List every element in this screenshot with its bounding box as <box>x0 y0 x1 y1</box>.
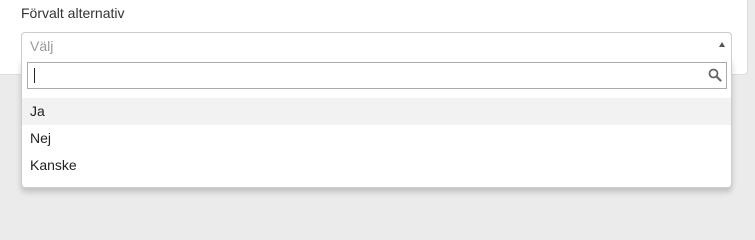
option-kanske[interactable]: Kanske <box>22 152 731 179</box>
search-icon <box>708 68 722 82</box>
select-dropdown: Ja Nej Kanske <box>21 59 732 188</box>
default-option-select[interactable]: Välj <box>21 32 732 60</box>
option-nej[interactable]: Nej <box>22 125 731 152</box>
search-input[interactable] <box>28 63 698 88</box>
select-placeholder: Välj <box>30 38 54 54</box>
option-ja[interactable]: Ja <box>22 98 731 125</box>
options-list: Ja Nej Kanske <box>22 98 731 179</box>
text-cursor <box>34 68 35 83</box>
search-field[interactable] <box>27 62 727 89</box>
caret-up-icon <box>719 42 725 47</box>
field-label: Förvalt alternativ <box>21 5 125 21</box>
